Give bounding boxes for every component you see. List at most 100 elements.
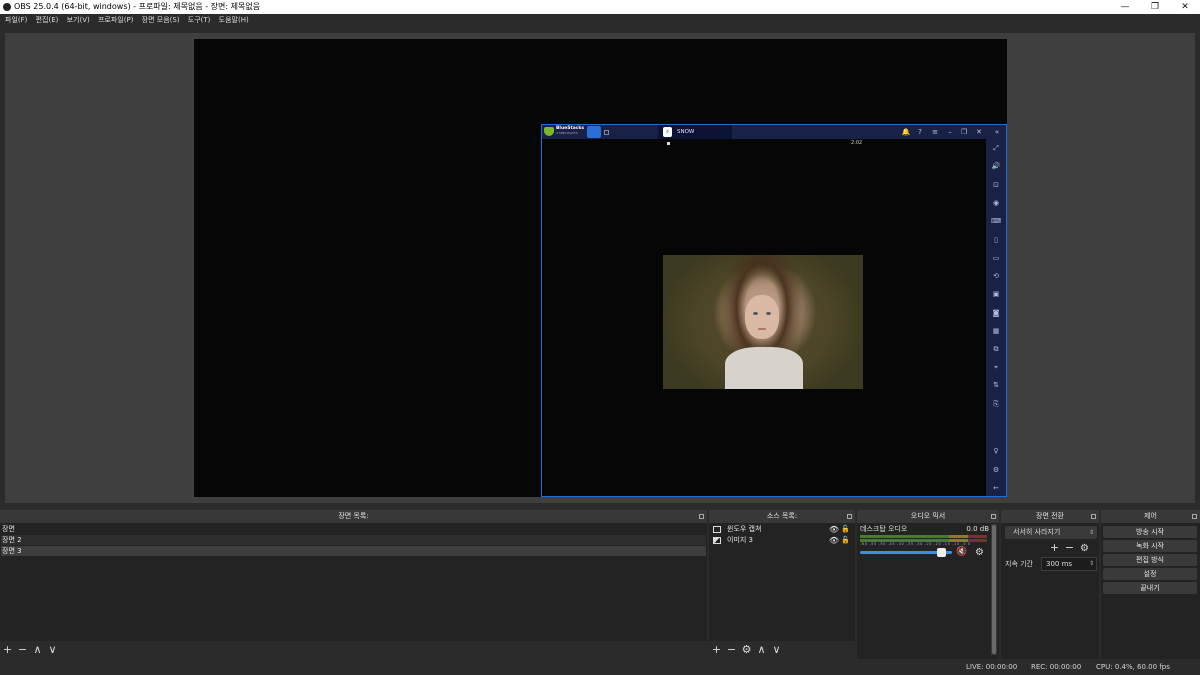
scene-item-selected[interactable]: 장면 3 <box>1 546 706 556</box>
undock-icon[interactable] <box>991 514 996 519</box>
mixer-scrollbar[interactable] <box>991 524 997 655</box>
source-item[interactable]: 이미지 3 👁 🔓 <box>711 535 853 546</box>
mixer-dock-title: 오디오 믹서 <box>910 512 946 520</box>
menu-icon[interactable]: ≡ <box>929 125 941 139</box>
undock-icon[interactable] <box>1091 514 1096 519</box>
remove-source-button[interactable]: − <box>724 641 739 659</box>
move-source-up-button[interactable]: ∧ <box>754 641 769 659</box>
mixer-gear-icon[interactable]: ⚙ <box>975 547 984 558</box>
exit-button[interactable]: 끝내기 <box>1103 582 1197 594</box>
live-status: LIVE: 00:00:00 <box>966 663 1018 671</box>
meter-ticks: -60 -55 -50 -45 -40 -35 -30 -25 -20 -15 … <box>860 542 971 546</box>
transition-gear-icon[interactable]: ⚙ <box>1077 542 1092 556</box>
controls-dock-title: 제어 <box>1144 512 1157 520</box>
bulb-icon[interactable]: ♀ <box>986 445 1006 457</box>
start-streaming-button[interactable]: 방송 시작 <box>1103 526 1197 538</box>
apps-tab-icon[interactable] <box>604 130 609 135</box>
collapse-icon[interactable]: « <box>991 125 1003 139</box>
bluestacks-window-capture[interactable]: BlueStacks 4 SPECIALISTS ⚡ SNOW 🔔? ≡ – ❐ ✕ « 2… <box>541 124 1007 497</box>
start-recording-button[interactable]: 녹화 시작 <box>1103 540 1197 552</box>
scene-item[interactable]: 장면 2 <box>1 535 706 545</box>
close-icon[interactable]: ✕ <box>973 125 985 139</box>
phone-icon[interactable]: ▯ <box>986 234 1006 246</box>
scene-item[interactable]: 장면 <box>1 524 706 534</box>
location-icon[interactable]: ⌖ <box>986 361 1006 373</box>
minimize-button[interactable]: — <box>1110 0 1140 14</box>
duration-value: 300 ms <box>1046 560 1073 568</box>
keyboard-icon[interactable]: ⌨ <box>986 215 1006 227</box>
undock-icon[interactable] <box>1192 514 1197 519</box>
menu-view[interactable]: 보기(V) <box>67 14 90 27</box>
android-clock: 2:02 <box>851 140 863 146</box>
move-source-down-button[interactable]: ∨ <box>769 641 784 659</box>
move-scene-down-button[interactable]: ∨ <box>45 641 60 659</box>
mute-speaker-icon[interactable]: 🔇 <box>956 547 967 557</box>
copy-icon[interactable]: ⎘ <box>986 398 1006 410</box>
add-scene-button[interactable]: + <box>0 641 15 659</box>
visibility-eye-icon[interactable]: 👁 <box>829 524 839 535</box>
transitions-dock-title: 장면 전환 <box>1036 512 1064 520</box>
bell-icon[interactable]: 🔔 <box>900 125 912 139</box>
transition-selected-value: 서서히 사라지기 <box>1013 528 1061 536</box>
girl-photo-image <box>663 255 863 389</box>
multi-instance-icon[interactable]: ⧉ <box>986 343 1006 355</box>
menu-help[interactable]: 도움말(H) <box>219 14 249 27</box>
bluestacks-brand: BlueStacks 4 SPECIALISTS <box>556 126 584 136</box>
volume-icon[interactable]: 🔊 <box>986 160 1006 172</box>
snow-app-icon: ⚡ <box>663 127 672 137</box>
lock-icon[interactable]: 🔓 <box>841 535 850 546</box>
source-item[interactable]: 윈도우 캡쳐 👁 🔓 <box>711 524 853 535</box>
keymap-icon[interactable]: ⊡ <box>986 179 1006 191</box>
obs-logo-icon <box>3 3 11 11</box>
image-source-icon <box>713 537 721 544</box>
lock-icon[interactable]: 🔓 <box>841 524 850 535</box>
blank1: ▭ <box>992 254 1000 262</box>
mixer-channel-name: 데스크탑 오디오 <box>860 525 908 533</box>
remove-transition-button[interactable]: − <box>1062 541 1077 555</box>
add-transition-button[interactable]: + <box>1047 541 1062 555</box>
spinbox-arrows-icon[interactable]: ⇕ <box>1089 558 1094 570</box>
scenes-dock-title: 장면 목록: <box>338 512 369 520</box>
undock-icon[interactable] <box>847 514 852 519</box>
duration-spinbox[interactable]: 300 ms ⇕ <box>1041 557 1097 571</box>
add-source-button[interactable]: + <box>709 641 724 659</box>
transition-select[interactable]: 서서히 사라지기 ⇕ <box>1005 526 1097 539</box>
sources-dock-title: 소스 목록: <box>766 512 798 520</box>
settings-icon[interactable]: ⚙ <box>986 464 1006 476</box>
studio-mode-button[interactable]: 편집 방식 <box>1103 554 1197 566</box>
undock-icon[interactable] <box>699 514 704 519</box>
close-button[interactable]: ✕ <box>1170 0 1200 14</box>
sources-dock-header: 소스 목록: <box>709 510 855 523</box>
mixer-dock-header: 오디오 믹서 <box>857 510 999 523</box>
rotate-icon[interactable]: ⟲ <box>986 270 1006 282</box>
restore-icon[interactable]: ❐ <box>958 125 970 139</box>
bluestacks-sidebar: ⤢ 🔊 ⊡ ◉ ⌨ ▯ ▭ ⟲ ▣ ◙ ▦ ⧉ ⌖ ⇅ ⎘ ♀ ⚙ ← <box>986 139 1006 496</box>
select-spinner-icon: ⇕ <box>1088 529 1094 536</box>
minimize-icon[interactable]: – <box>944 125 956 139</box>
move-scene-up-button[interactable]: ∧ <box>30 641 45 659</box>
menu-profile[interactable]: 프로파일(P) <box>98 14 133 27</box>
source-label: 윈도우 캡쳐 <box>727 525 762 533</box>
menu-scene-collection[interactable]: 장면 모음(S) <box>142 14 180 27</box>
menu-bar: 파일(F) 편집(E) 보기(V) 프로파일(P) 장면 모음(S) 도구(T)… <box>0 14 1200 27</box>
remove-scene-button[interactable]: − <box>15 641 30 659</box>
fullscreen-icon[interactable]: ⤢ <box>986 142 1006 154</box>
home-tab-icon[interactable] <box>587 126 601 138</box>
record-icon[interactable]: ◙ <box>986 307 1006 319</box>
screenshot-icon[interactable]: ▣ <box>986 288 1006 300</box>
menu-file[interactable]: 파일(F) <box>5 14 27 27</box>
visibility-eye-icon[interactable]: 👁 <box>829 535 839 546</box>
shake-icon[interactable]: ⇅ <box>986 379 1006 391</box>
app-tab-snow[interactable]: ⚡ SNOW <box>658 125 732 139</box>
source-properties-gear-icon[interactable]: ⚙ <box>739 641 754 659</box>
restore-button[interactable]: ❐ <box>1140 0 1170 14</box>
photo-eye-right <box>766 312 771 315</box>
eye-icon[interactable]: ◉ <box>986 197 1006 209</box>
help-icon[interactable]: ? <box>914 125 926 139</box>
back-icon[interactable]: ← <box>986 482 1006 494</box>
media-icon[interactable]: ▦ <box>986 325 1006 337</box>
menu-tools[interactable]: 도구(T) <box>188 14 211 27</box>
settings-button[interactable]: 설정 <box>1103 568 1197 580</box>
volume-slider-knob[interactable] <box>937 548 946 557</box>
menu-edit[interactable]: 편집(E) <box>36 14 59 27</box>
